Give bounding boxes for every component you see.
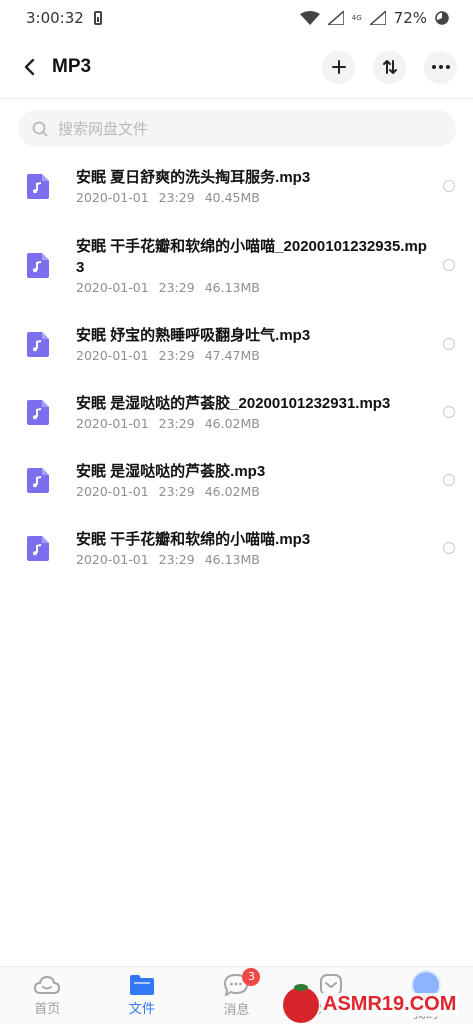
signal-icon: [327, 11, 344, 25]
file-date: 2020-01-01: [76, 552, 149, 567]
header-divider: [0, 98, 473, 99]
back-button[interactable]: [18, 52, 40, 82]
file-time: 23:29: [158, 552, 195, 567]
status-time: 3:00:32: [26, 9, 84, 27]
battery-icon: [435, 11, 449, 25]
plus-icon: [331, 60, 346, 74]
file-name: 安眠 是湿哒哒的芦荟胶_20200101232931.mp3: [76, 395, 391, 412]
file-row[interactable]: 安眠 是湿哒哒的芦荟胶_20200101232931.mp3 2020-01-0…: [0, 378, 473, 446]
select-checkbox[interactable]: [443, 259, 455, 271]
file-time: 23:29: [158, 190, 195, 205]
file-size: 46.13MB: [204, 552, 260, 567]
file-time: 23:29: [158, 484, 195, 499]
file-meta: 2020-01-01 23:29 40.45MB: [76, 190, 433, 205]
audio-file-icon: [27, 331, 49, 357]
more-icon: [431, 65, 450, 69]
file-row[interactable]: 安眠 干手花瓣和软绵的小喵喵_20200101232935.mp3 2020-0…: [0, 220, 473, 310]
nav-files-label: 文件: [128, 1001, 155, 1017]
folder-icon: [129, 974, 154, 995]
file-meta: 2020-01-01 23:29 46.02MB: [76, 416, 433, 431]
screen: 3:00:32 4G 72% MP3 搜索网盘文件 安眠 夏日舒爽的洗头掏耳服务…: [0, 0, 473, 1024]
tomato-logo-icon: [283, 983, 319, 1023]
nav-home[interactable]: 首页: [7, 975, 87, 1017]
file-name: 安眠 夏日舒爽的洗头掏耳服务.mp3: [76, 169, 311, 186]
file-time: 23:29: [158, 279, 195, 295]
search-icon: [32, 121, 48, 136]
file-size: 46.02MB: [204, 484, 260, 499]
file-row[interactable]: 安眠 干手花瓣和软绵的小喵喵.mp3 2020-01-01 23:29 46.13M…: [0, 514, 473, 582]
file-date: 2020-01-01: [76, 190, 149, 205]
file-size: 40.45MB: [204, 190, 260, 205]
battery-saver-icon: [93, 11, 102, 25]
file-row[interactable]: 安眠 夏日舒爽的洗头掏耳服务.mp3 2020-01-01 23:29 40.45M…: [0, 152, 473, 220]
add-button[interactable]: [322, 50, 355, 84]
network-type: 4G: [351, 13, 362, 22]
audio-file-icon: [27, 252, 49, 278]
file-meta: 2020-01-01 23:29 46.02MB: [76, 484, 433, 499]
file-size: 46.13MB: [204, 279, 260, 295]
watermark-text: ASMR19.COM: [321, 993, 459, 1016]
select-checkbox[interactable]: [443, 542, 455, 554]
cloud-icon: [34, 975, 61, 994]
file-row[interactable]: 安眠 妤宝的熟睡呼吸翻身吐气.mp3 2020-01-01 23:29 47.47M…: [0, 310, 473, 378]
battery-percent: 72%: [393, 9, 427, 27]
search-placeholder: 搜索网盘文件: [58, 120, 149, 138]
sort-button[interactable]: [373, 50, 406, 84]
file-date: 2020-01-01: [76, 484, 149, 499]
file-date: 2020-01-01: [76, 416, 149, 431]
file-name: 安眠 妤宝的熟睡呼吸翻身吐气.mp3: [76, 327, 311, 344]
audio-file-icon: [27, 535, 49, 561]
file-meta: 2020-01-01 23:29 46.13MB: [76, 552, 433, 567]
file-list: 安眠 夏日舒爽的洗头掏耳服务.mp3 2020-01-01 23:29 40.45M…: [0, 152, 473, 582]
file-meta: 2020-01-01 23:29 47.47MB: [76, 348, 433, 363]
message-count-badge: 3: [242, 967, 261, 986]
select-checkbox[interactable]: [443, 474, 455, 486]
select-checkbox[interactable]: [443, 338, 455, 350]
nav-files[interactable]: 文件: [102, 974, 182, 1017]
chevron-left-icon: [24, 58, 35, 76]
file-time: 23:29: [158, 416, 195, 431]
watermark: ASMR19.COM: [283, 983, 473, 1024]
page-title: MP3: [52, 56, 92, 77]
nav-messages[interactable]: 3 消息: [196, 967, 276, 1018]
file-time: 23:29: [158, 348, 195, 363]
signal-icon-2: [369, 11, 386, 25]
select-checkbox[interactable]: [443, 180, 455, 192]
file-name: 安眠 干手花瓣和软绵的小喵喵_20200101232935.mp3: [76, 237, 427, 276]
search-bar[interactable]: 搜索网盘文件: [18, 110, 456, 147]
wifi-icon: [299, 11, 320, 25]
more-button[interactable]: [424, 50, 457, 84]
audio-file-icon: [27, 399, 49, 425]
file-name: 安眠 干手花瓣和软绵的小喵喵.mp3: [76, 531, 311, 548]
sort-icon: [382, 60, 397, 74]
audio-file-icon: [27, 173, 49, 199]
file-meta: 2020-01-01 23:29 46.13MB: [76, 280, 433, 295]
file-date: 2020-01-01: [76, 279, 149, 295]
nav-messages-label: 消息: [223, 1002, 250, 1018]
header: MP3: [0, 38, 473, 96]
file-size: 46.02MB: [204, 416, 260, 431]
file-date: 2020-01-01: [76, 348, 149, 363]
select-checkbox[interactable]: [443, 406, 455, 418]
file-name: 安眠 是湿哒哒的芦荟胶.mp3: [76, 463, 266, 480]
audio-file-icon: [27, 467, 49, 493]
file-size: 47.47MB: [204, 348, 260, 363]
status-bar: 3:00:32 4G 72%: [0, 0, 473, 36]
file-row[interactable]: 安眠 是湿哒哒的芦荟胶.mp3 2020-01-01 23:29 46.02MB: [0, 446, 473, 514]
nav-home-label: 首页: [34, 1001, 61, 1017]
